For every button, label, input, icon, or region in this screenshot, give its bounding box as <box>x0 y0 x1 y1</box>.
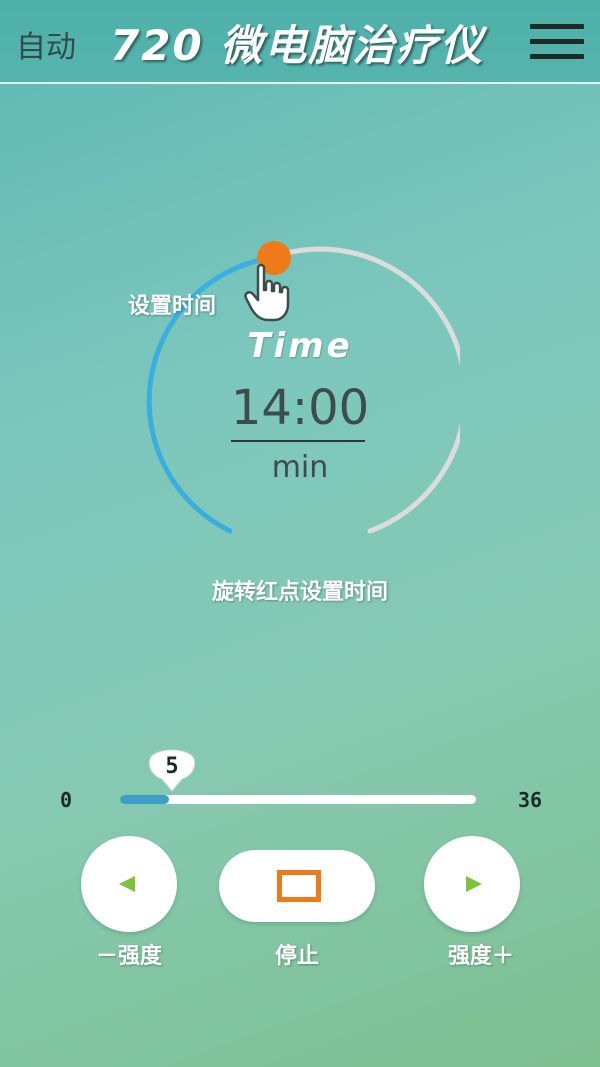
time-label: Time <box>247 326 353 366</box>
arrow-left-icon <box>119 876 135 892</box>
pointing-hand-icon <box>244 262 300 324</box>
app-header: 自动 720 微电脑治疗仪 <box>0 0 600 84</box>
intensity-value: 5 <box>165 754 179 779</box>
app-title: 720 微电脑治疗仪 <box>110 21 485 70</box>
increase-intensity-label: 强度＋ <box>447 944 514 969</box>
arrow-right-icon <box>466 876 482 892</box>
intensity-min-label: 0 <box>60 788 73 812</box>
time-unit: min <box>271 450 329 485</box>
intensity-max-label: 36 <box>518 788 543 812</box>
increase-intensity-button[interactable] <box>424 836 520 932</box>
time-underline <box>231 440 365 442</box>
stop-square-icon <box>277 870 321 902</box>
stop-label: 停止 <box>274 944 319 969</box>
intensity-slider-fill <box>120 795 169 804</box>
set-time-label: 设置时间 <box>128 294 217 319</box>
decrease-intensity-button[interactable] <box>81 836 177 932</box>
hamburger-menu-icon[interactable] <box>530 22 584 62</box>
mode-label[interactable]: 自动 <box>16 22 76 66</box>
dial-hint: 旋转红点设置时间 <box>211 580 388 605</box>
decrease-intensity-label: －强度 <box>95 944 162 969</box>
stop-button[interactable] <box>219 850 375 922</box>
intensity-slider[interactable] <box>120 795 476 804</box>
time-value: 14:00 <box>230 380 370 436</box>
